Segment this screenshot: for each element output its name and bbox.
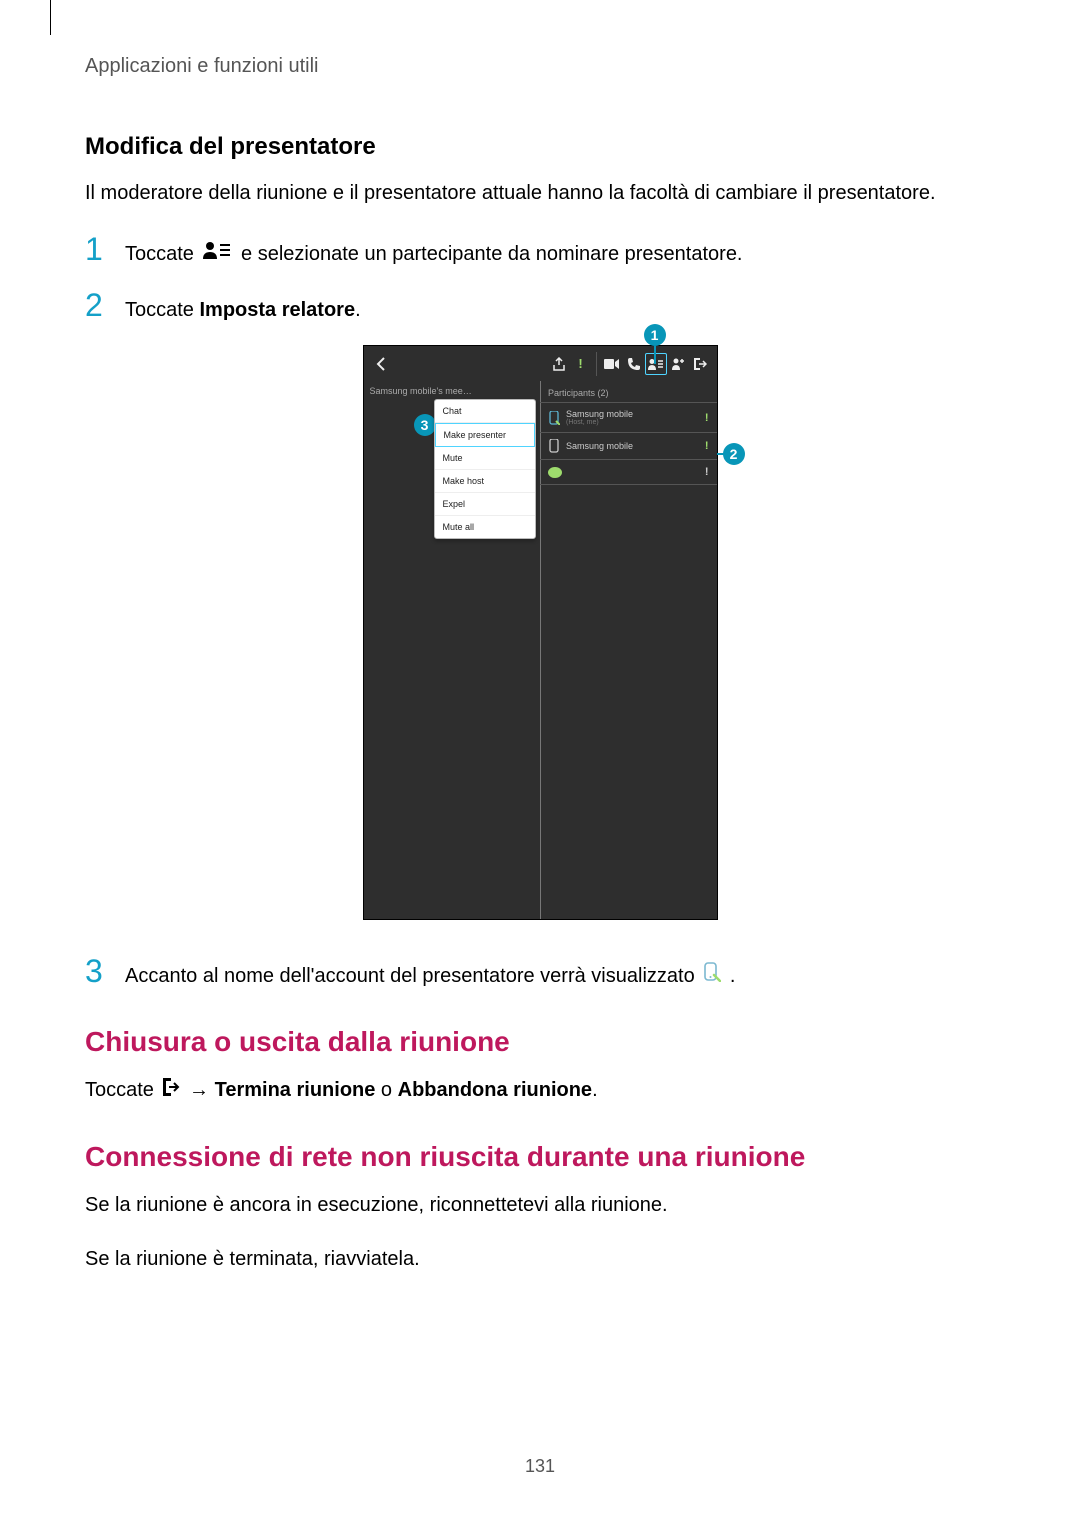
step-number-2: 2 [85,289,125,321]
callout-1-line [654,346,656,364]
s2-f: . [592,1079,598,1101]
participants-header: Participants (2) [540,384,717,403]
step3-text-a: Accanto al nome dell'account del present… [125,965,700,987]
participant-2-name: Samsung mobile [566,441,633,451]
share-icon[interactable] [548,353,570,375]
screenshot-figure: 1 2 3 ! [363,345,718,920]
menu-mute-all[interactable]: Mute all [435,516,535,538]
participant-2-mic-icon: ! [705,440,709,452]
step-1: 1 Toccate e selezionate un partecipante … [85,233,995,269]
callout-2: 2 [723,443,745,465]
heading-chiusura: Chiusura o uscita dalla riunione [85,1026,995,1058]
step-2: 2 Toccate Imposta relatore. [85,289,995,325]
page-number: 131 [0,1456,1080,1477]
heading-modifica: Modifica del presentatore [85,133,995,161]
add-participant-icon[interactable] [667,353,689,375]
s2-a: Toccate [85,1079,159,1101]
step-number-3: 3 [85,955,125,987]
phone-icon[interactable] [623,353,645,375]
menu-make-host[interactable]: Make host [435,470,535,493]
back-icon[interactable] [370,353,392,375]
s2-b: → [189,1079,215,1101]
step2-text-a: Toccate [125,299,199,321]
step2-text-c: . [355,299,361,321]
participant-1-name: Samsung mobile [566,409,633,419]
exit-inline-icon [162,1077,180,1106]
step-number-1: 1 [85,233,125,265]
menu-mute[interactable]: Mute [435,447,535,470]
s2-d: o [375,1079,397,1101]
step3-text-b: . [730,965,736,987]
menu-make-presenter[interactable]: Make presenter [435,423,535,447]
video-icon[interactable] [601,353,623,375]
participant-row-2[interactable]: Samsung mobile ! [540,433,717,460]
s3-p2: Se la riunione è terminata, riavviatela. [85,1245,995,1274]
step1-text-b: e selezionate un partecipante da nominar… [241,243,742,265]
participant-1-sub: (Host, me) [566,419,633,426]
breadcrumb: Applicazioni e funzioni utili [85,55,995,78]
heading-connessione: Connessione di rete non riuscita durante… [85,1141,995,1173]
step1-text-a: Toccate [125,243,199,265]
meeting-title-text: Samsung mobile's mee… [370,386,472,396]
callout-3: 3 [414,414,436,436]
chiusura-paragraph: Toccate → Termina riunione o Abbandona r… [85,1076,995,1105]
participant-1-mic-icon: ! [705,412,709,424]
s3-p1: Se la riunione è ancora in esecuzione, r… [85,1191,995,1220]
menu-chat[interactable]: Chat [435,400,535,423]
s2-e: Abbandona riunione [398,1079,592,1101]
callout-1: 1 [644,324,666,346]
presenter-device-icon [548,411,560,425]
context-menu: Chat Make presenter Mute Make host Expel… [434,399,536,539]
participants-toolbar-icon[interactable] [645,353,667,375]
step-3: 3 Accanto al nome dell'account del prese… [85,955,995,991]
chat-row[interactable]: ! [540,460,717,485]
menu-expel[interactable]: Expel [435,493,535,516]
figure-topbar: ! [364,346,717,381]
s2-c: Termina riunione [215,1079,376,1101]
participants-panel: Participants (2) Samsung mobile (Host, m… [540,384,717,485]
participants-icon [202,240,232,269]
participant-row-1[interactable]: Samsung mobile (Host, me) ! [540,403,717,433]
intro-paragraph: Il moderatore della riunione e il presen… [85,179,995,208]
mic-status-icon[interactable]: ! [570,353,592,375]
chat-mic-icon: ! [705,466,709,478]
step2-bold: Imposta relatore [199,299,355,321]
device-icon [548,439,560,453]
chat-bubble-icon [548,467,562,478]
exit-icon[interactable] [689,353,711,375]
toolbar-divider [596,352,597,376]
presenter-indicator-icon [703,962,721,991]
page-tab-mark [50,0,51,35]
